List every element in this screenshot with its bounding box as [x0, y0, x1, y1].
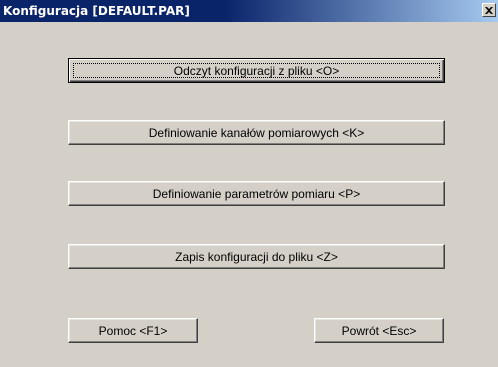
- read-config-button[interactable]: Odczyt konfiguracji z pliku <O>: [68, 58, 445, 83]
- window-title: Konfiguracja [DEFAULT.PAR]: [3, 4, 190, 18]
- back-label: Powrót <Esc>: [341, 323, 417, 338]
- close-icon: [485, 6, 493, 14]
- config-dialog: Konfiguracja [DEFAULT.PAR] Odczyt konfig…: [0, 0, 498, 367]
- define-params-button[interactable]: Definiowanie parametrów pomiaru <P>: [68, 181, 445, 206]
- help-label: Pomoc <F1>: [98, 323, 168, 338]
- close-button[interactable]: [482, 3, 496, 17]
- title-bar[interactable]: Konfiguracja [DEFAULT.PAR]: [0, 0, 498, 22]
- define-channels-button[interactable]: Definiowanie kanałów pomiarowych <K>: [68, 120, 445, 145]
- read-config-label: Odczyt konfiguracji z pliku <O>: [173, 63, 340, 78]
- define-channels-label: Definiowanie kanałów pomiarowych <K>: [148, 125, 365, 140]
- back-button[interactable]: Powrót <Esc>: [314, 318, 444, 343]
- define-params-label: Definiowanie parametrów pomiaru <P>: [152, 186, 361, 201]
- help-button[interactable]: Pomoc <F1>: [68, 318, 198, 343]
- save-config-button[interactable]: Zapis konfiguracji do pliku <Z>: [68, 244, 445, 269]
- save-config-label: Zapis konfiguracji do pliku <Z>: [175, 249, 338, 264]
